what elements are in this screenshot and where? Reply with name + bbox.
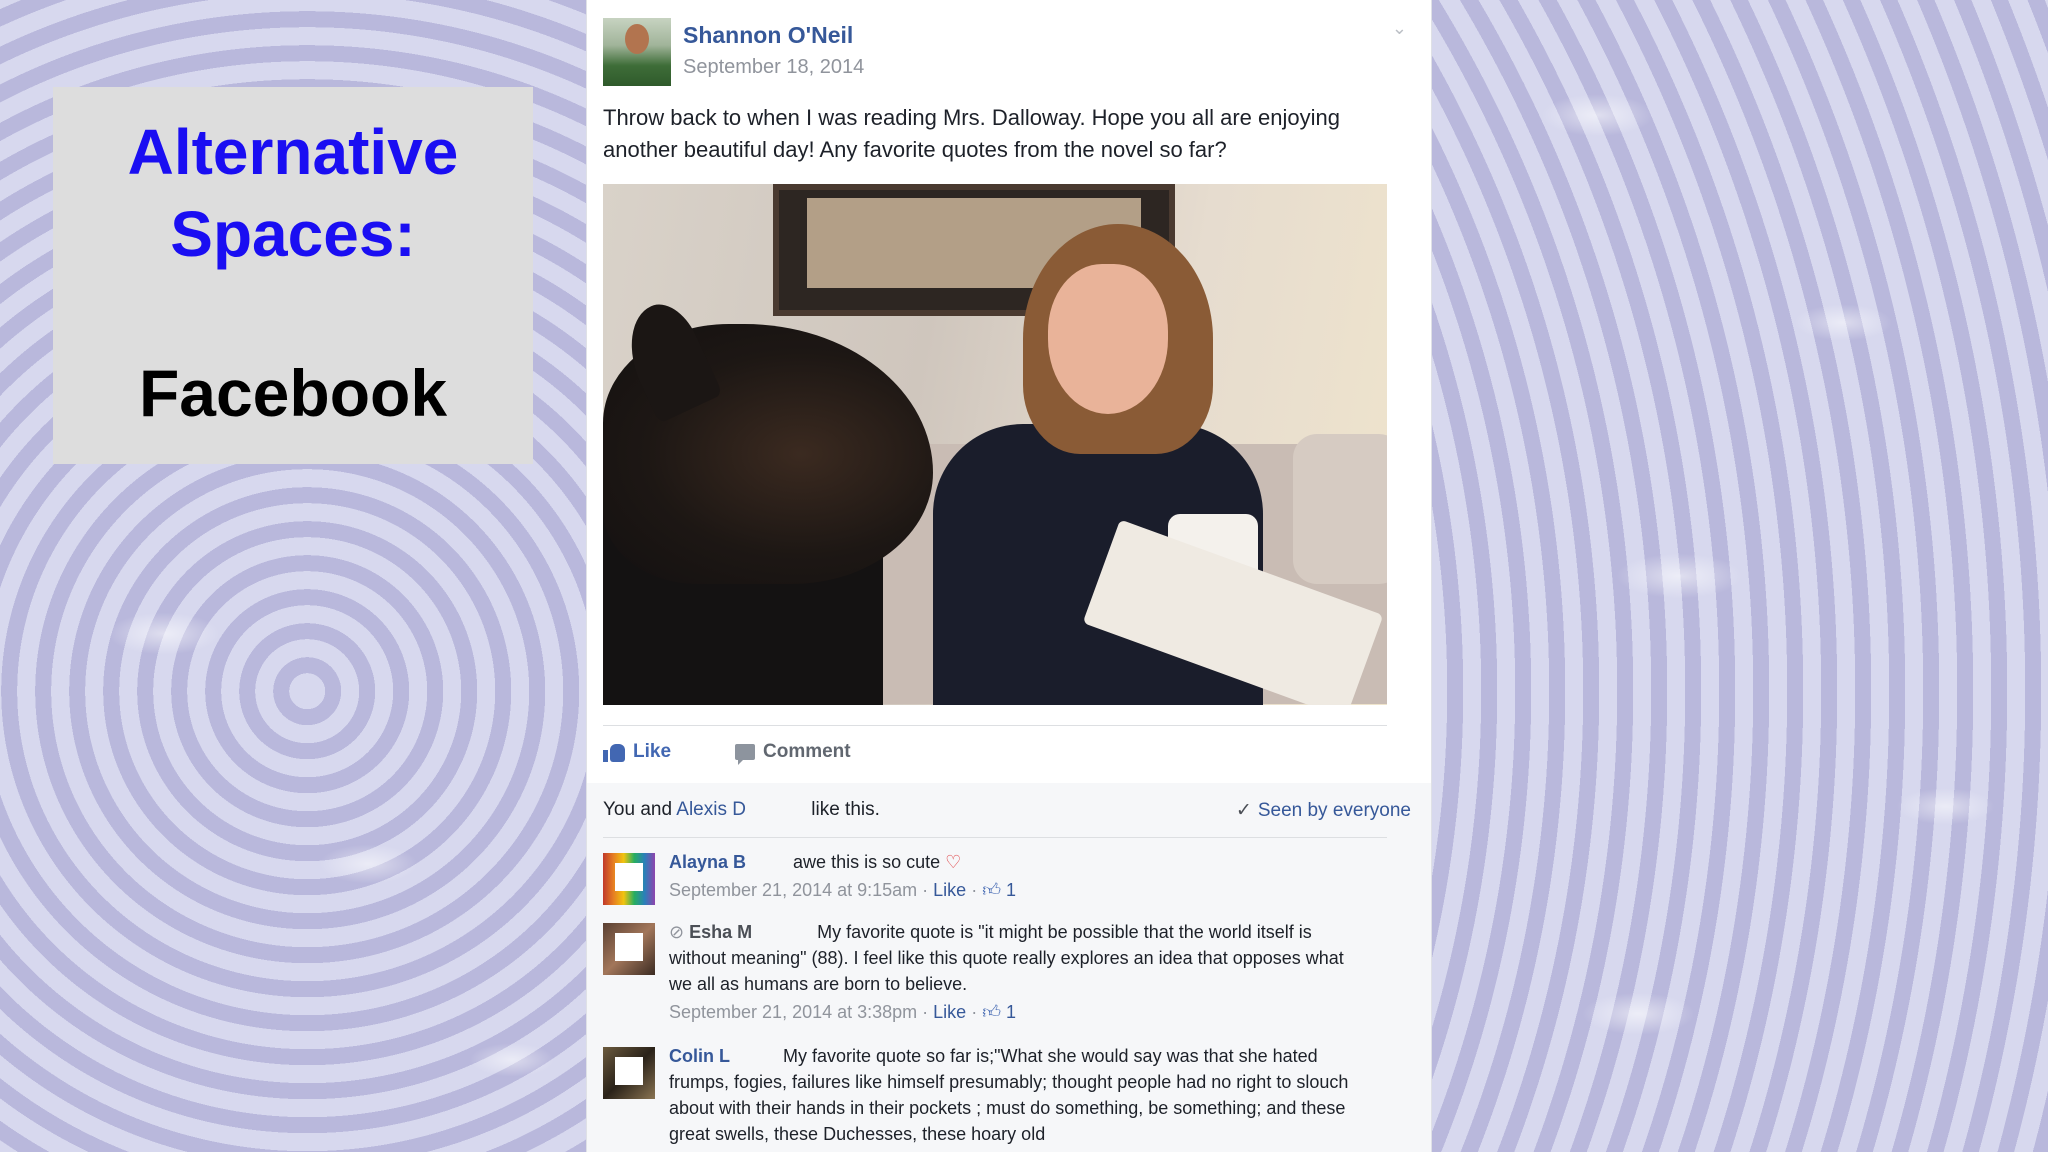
post-date[interactable]: September 18, 2014 [683, 56, 864, 79]
commenter-avatar[interactable] [603, 1047, 655, 1099]
comment-text: My favorite quote is "it might be possib… [669, 922, 1344, 994]
slide-title-box: Alternative Spaces: Facebook [53, 87, 533, 464]
commenter-avatar[interactable] [603, 923, 655, 975]
check-icon: ✓ [1235, 800, 1252, 821]
photo-pillow [1293, 434, 1387, 584]
like-label: Like [633, 741, 672, 762]
comment-like-link[interactable]: Like [933, 1002, 966, 1022]
like-thumb-icon: 👍︎ [982, 1002, 1002, 1022]
likes-summary: You and Alexis D like this. [603, 799, 880, 821]
post-text: Throw back to when I was reading Mrs. Da… [603, 105, 1340, 162]
divider [603, 837, 1387, 838]
comment-like-link[interactable]: Like [933, 880, 966, 900]
post-photo[interactable] [603, 184, 1387, 705]
author-avatar[interactable] [603, 18, 671, 86]
facebook-post: Shannon O'Neil September 18, 2014 ⌄ Thro… [586, 0, 1432, 1152]
liker-name[interactable]: Alexis D [676, 799, 746, 820]
slide-title-line2: Spaces: [170, 198, 416, 270]
likes-prefix: You and [603, 799, 673, 820]
slide-subtitle: Facebook [138, 356, 448, 430]
globe-icon: ⊘ [669, 922, 685, 942]
seen-label: Seen by everyone [1257, 800, 1411, 821]
comment-like-count[interactable]: 1 [1006, 1002, 1016, 1022]
comment-label: Comment [763, 741, 851, 762]
comment-like-count[interactable]: 1 [1006, 880, 1016, 900]
like-thumb-icon: 👍︎ [982, 880, 1002, 900]
slide-title-line1: Alternative [127, 116, 459, 188]
comment-bubble-icon [735, 744, 755, 765]
comment-text: awe this is so cute [793, 852, 941, 872]
heart-icon: ♡ [945, 852, 962, 872]
comment-date[interactable]: September 21, 2014 at 3:38pm [669, 1002, 917, 1022]
comment-button[interactable]: Comment [735, 741, 1431, 765]
like-button[interactable]: Like [603, 741, 671, 763]
commenter-avatar[interactable] [603, 853, 655, 905]
chevron-down-icon[interactable]: ⌄ [1392, 18, 1407, 39]
divider [603, 725, 1387, 726]
commenter-name[interactable]: Colin L [669, 1046, 730, 1066]
comment-date[interactable]: September 21, 2014 at 9:15am [669, 880, 917, 900]
commenter-name[interactable]: Esha M [689, 922, 752, 942]
photo-woman-face [1048, 264, 1168, 414]
like-thumb-icon [603, 742, 625, 762]
likes-suffix: like this. [811, 799, 880, 820]
comment-text: My favorite quote so far is;"What she wo… [669, 1046, 1349, 1144]
post-author[interactable]: Shannon O'Neil [683, 22, 853, 49]
commenter-name[interactable]: Alayna B [669, 852, 746, 872]
seen-by-everyone[interactable]: ✓ Seen by everyone [1236, 799, 1411, 822]
comments-section: You and Alexis D like this. ✓ Seen by eve… [587, 783, 1431, 1152]
